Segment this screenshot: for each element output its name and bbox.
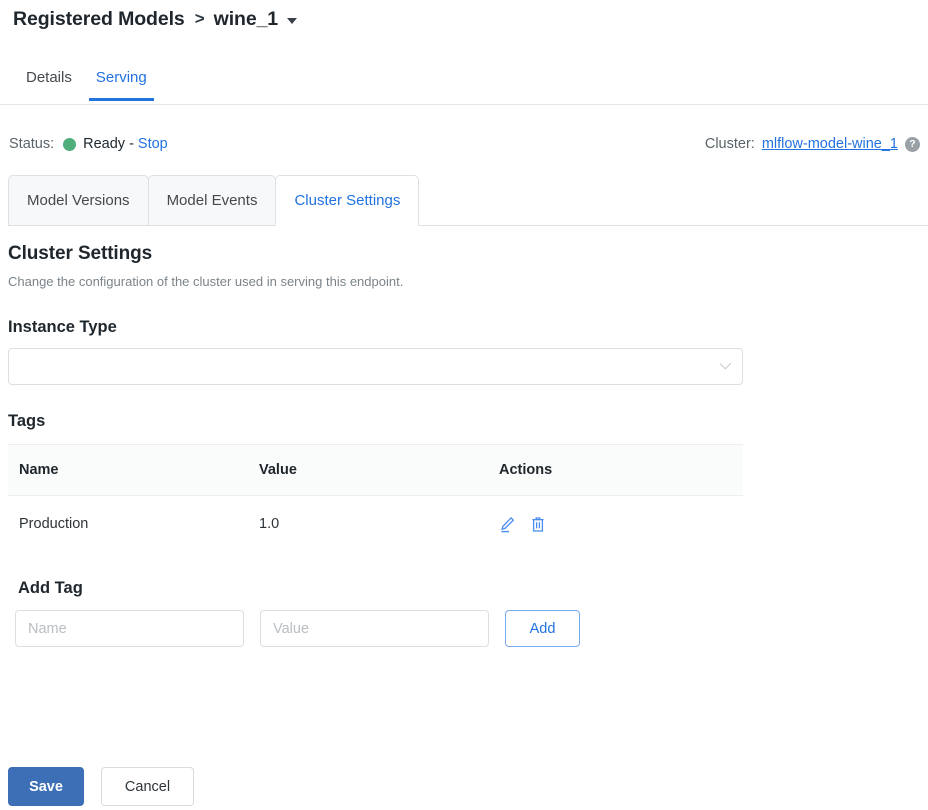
page-subtitle: Change the configuration of the cluster … xyxy=(0,265,928,289)
tab-model-events[interactable]: Model Events xyxy=(148,175,277,226)
tab-serving[interactable]: Serving xyxy=(84,58,159,100)
tag-value-cell: 1.0 xyxy=(259,516,499,532)
status-label: Status: xyxy=(9,136,54,152)
add-tag-button[interactable]: Add xyxy=(505,610,580,647)
status-group: Status: Ready - Stop xyxy=(9,136,168,152)
tags-heading: Tags xyxy=(0,385,928,431)
cluster-group: Cluster: mlflow-model-wine_1 ? xyxy=(705,136,920,152)
tab-details[interactable]: Details xyxy=(14,58,84,100)
stop-serving-link[interactable]: Stop xyxy=(138,136,168,152)
secondary-tab-bar: Model Versions Model Events Cluster Sett… xyxy=(0,174,928,226)
cluster-label: Cluster: xyxy=(705,136,755,152)
instance-type-label: Instance Type xyxy=(0,289,928,337)
status-bar: Status: Ready - Stop Cluster: mlflow-mod… xyxy=(0,126,928,162)
save-button[interactable]: Save xyxy=(8,767,84,806)
table-row: Production 1.0 xyxy=(8,496,743,552)
help-icon[interactable]: ? xyxy=(905,137,920,152)
add-tag-heading: Add Tag xyxy=(0,552,928,598)
chevron-down-icon xyxy=(720,363,731,370)
breadcrumb: Registered Models > wine_1 xyxy=(0,0,928,38)
pencil-icon[interactable] xyxy=(499,515,516,533)
add-tag-form: Add xyxy=(15,610,928,647)
tab-model-versions[interactable]: Model Versions xyxy=(8,175,149,226)
tag-value-input[interactable] xyxy=(260,610,489,647)
cluster-name-link[interactable]: mlflow-model-wine_1 xyxy=(762,136,898,152)
tab-cluster-settings[interactable]: Cluster Settings xyxy=(275,175,419,226)
status-value: Ready xyxy=(83,136,125,152)
breadcrumb-separator: > xyxy=(195,9,205,29)
cluster-settings-panel: Cluster Settings Change the configuratio… xyxy=(0,226,928,647)
form-actions: Save Cancel xyxy=(8,767,194,806)
breadcrumb-current-model: wine_1 xyxy=(214,8,278,31)
tag-name-input[interactable] xyxy=(15,610,244,647)
column-header-value: Value xyxy=(259,462,499,478)
caret-down-icon[interactable] xyxy=(287,18,297,24)
trash-icon[interactable] xyxy=(529,515,546,533)
primary-tab-bar: Details Serving xyxy=(0,58,928,105)
instance-type-select[interactable] xyxy=(8,348,743,385)
page-title: Cluster Settings xyxy=(0,226,928,265)
column-header-actions: Actions xyxy=(499,462,743,478)
cancel-button[interactable]: Cancel xyxy=(101,767,194,806)
column-header-name: Name xyxy=(8,462,259,478)
status-indicator-dot xyxy=(63,138,76,151)
status-dash: - xyxy=(129,136,134,152)
tag-name-cell: Production xyxy=(8,516,259,532)
tags-table: Name Value Actions Production 1.0 xyxy=(8,444,743,552)
tag-actions-cell xyxy=(499,515,743,533)
breadcrumb-root-link[interactable]: Registered Models xyxy=(13,8,185,31)
table-header-row: Name Value Actions xyxy=(8,444,743,496)
